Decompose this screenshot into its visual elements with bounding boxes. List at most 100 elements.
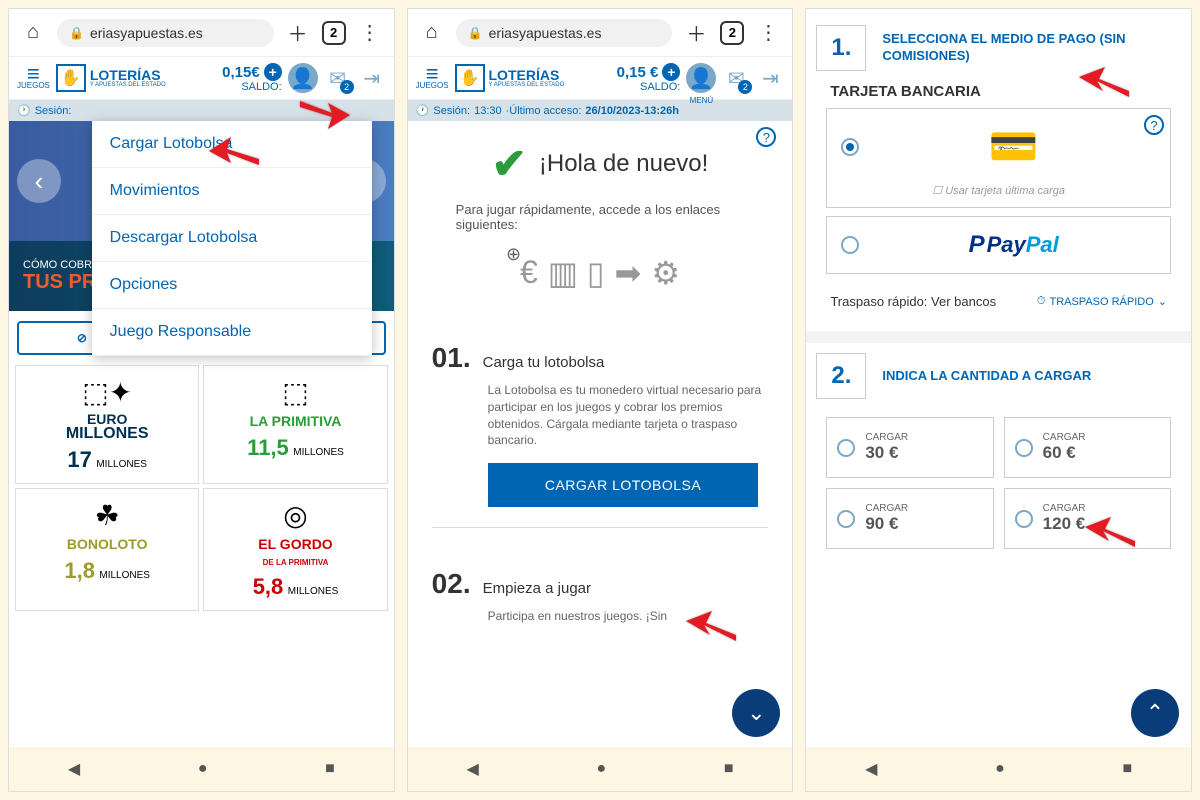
coins-icon: €⊕ xyxy=(520,254,538,292)
exit-icon[interactable]: ⇥ xyxy=(756,64,784,92)
amount-30[interactable]: CARGAR30 € xyxy=(826,417,993,478)
chevron-left-icon[interactable]: ‹ xyxy=(17,159,61,203)
games-menu-icon[interactable]: ≡ JUEGOS xyxy=(17,67,50,90)
step-title: Carga tu lotobolsa xyxy=(483,354,605,371)
radio-icon[interactable] xyxy=(1015,510,1033,528)
phone-screen-3: 1. SELECCIONA EL MEDIO DE PAGO (SIN COMI… xyxy=(805,8,1192,792)
mail-icon[interactable]: ✉2 xyxy=(722,64,750,92)
phone-screen-2: ⌂ eriasyapuestas.es ＋ 2 ⋮ ≡JUEGOS ✋ LOTE… xyxy=(407,8,794,792)
gear-icon: ⚙ xyxy=(651,254,680,292)
clock-icon: 🕐 xyxy=(416,104,430,117)
browser-bar: ⌂ eriasyapuestas.es ＋ 2 ⋮ xyxy=(408,9,793,57)
mail-icon[interactable]: ✉2 xyxy=(324,64,352,92)
card-payment-option[interactable]: 💳 ? xyxy=(827,109,1170,184)
home-icon[interactable]: ⌂ xyxy=(21,21,45,45)
menu-dots-icon[interactable]: ⋮ xyxy=(358,21,382,45)
balance-display: 0,15€+ SALDO: xyxy=(222,63,282,93)
amount-60[interactable]: CARGAR60 € xyxy=(1004,417,1171,478)
plus-icon[interactable]: + xyxy=(264,63,282,81)
menu-descargar-lotobolsa[interactable]: Descargar Lotobolsa xyxy=(92,215,372,262)
menu-movimientos[interactable]: Movimientos xyxy=(92,168,372,215)
games-menu-icon[interactable]: ≡JUEGOS xyxy=(416,67,449,90)
card-section-title: TARJETA BANCARIA xyxy=(830,83,1167,100)
step-2-block: 02. Empieza a jugar Participa en nuestro… xyxy=(408,558,793,649)
logo[interactable]: ✋ LOTERÍASY APUESTAS DEL ESTADO xyxy=(455,64,565,92)
paypal-payment-option[interactable]: P PayPal xyxy=(826,216,1171,274)
account-icon[interactable]: 👤 xyxy=(288,63,318,93)
radio-icon[interactable] xyxy=(837,439,855,457)
tab-count[interactable]: 2 xyxy=(322,21,346,45)
step-description: Participa en nuestros juegos. ¡Sin xyxy=(432,608,769,625)
new-tab-icon[interactable]: ＋ xyxy=(286,21,310,45)
games-grid: ⬚✦ EUROMILLONES 17 MILLONES ⬚ LA PRIMITI… xyxy=(9,365,394,611)
step-1-payment: 1. SELECCIONA EL MEDIO DE PAGO (SIN COMI… xyxy=(816,25,1181,321)
process-illustration: €⊕ ▥ ▯ ➡ ⚙ xyxy=(428,254,773,292)
alert-icon: ⊘ xyxy=(77,331,87,345)
step-title: Empieza a jugar xyxy=(483,580,591,597)
check-icon: ✔ xyxy=(492,139,527,188)
amount-120[interactable]: CARGAR120 € xyxy=(1004,488,1171,549)
tab-count[interactable]: 2 xyxy=(720,21,744,45)
home-nav-icon[interactable]: ● xyxy=(596,760,606,778)
recents-icon[interactable]: ■ xyxy=(325,760,335,778)
radio-icon[interactable] xyxy=(841,236,859,254)
step-1-block: 01. Carga tu lotobolsa La Lotobolsa es t… xyxy=(408,332,793,558)
menu-opciones[interactable]: Opciones xyxy=(92,262,372,309)
android-nav-bar: ◀ ● ■ xyxy=(9,747,394,791)
fast-transfer-row[interactable]: Traspaso rápido: Ver bancos ⏱ TRASPASO R… xyxy=(816,282,1181,321)
step-number: 01. xyxy=(432,342,471,374)
scroll-up-fab[interactable]: ⌃ xyxy=(1131,689,1179,737)
use-last-card-checkbox[interactable]: ☐ Usar tarjeta última carga xyxy=(827,184,1170,207)
step-number: 02. xyxy=(432,568,471,600)
url-bar[interactable]: eriasyapuestas.es xyxy=(57,19,274,47)
amount-90[interactable]: CARGAR90 € xyxy=(826,488,993,549)
help-icon[interactable]: ? xyxy=(756,127,776,147)
home-icon[interactable]: ⌂ xyxy=(420,21,444,45)
primitiva-icon: ⬚ xyxy=(212,376,378,409)
url-bar[interactable]: eriasyapuestas.es xyxy=(456,19,673,47)
account-icon[interactable]: 👤MENÚ xyxy=(686,63,716,93)
welcome-title: ¡Hola de nuevo! xyxy=(539,150,708,178)
game-primitiva[interactable]: ⬚ LA PRIMITIVA 11,5 MILLONES xyxy=(203,365,387,484)
menu-dots-icon[interactable]: ⋮ xyxy=(756,21,780,45)
radio-icon[interactable] xyxy=(1015,439,1033,457)
card-payment-option-container: 💳 ? ☐ Usar tarjeta última carga xyxy=(826,108,1171,208)
back-icon[interactable]: ◀ xyxy=(68,759,80,779)
balance-display: 0,15 €+ SALDO: xyxy=(617,63,681,93)
radio-icon[interactable] xyxy=(841,138,859,156)
game-gordo[interactable]: ◎ EL GORDODE LA PRIMITIVA 5,8 MILLONES xyxy=(203,488,387,611)
plus-icon[interactable]: + xyxy=(662,63,680,81)
android-nav-bar: ◀ ● ■ xyxy=(408,747,793,791)
radio-icon[interactable] xyxy=(837,510,855,528)
logo[interactable]: ✋ LOTERÍAS Y APUESTAS DEL ESTADO xyxy=(56,64,166,92)
hand-icon: ✋ xyxy=(56,64,86,92)
fast-transfer-icon: ⏱ TRASPASO RÁPIDO ⌄ xyxy=(1037,295,1167,308)
step-1-label: SELECCIONA EL MEDIO DE PAGO (SIN COMISIO… xyxy=(882,31,1181,65)
browser-bar: ⌂ eriasyapuestas.es ＋ 2 ⋮ xyxy=(9,9,394,57)
recents-icon[interactable]: ■ xyxy=(724,760,734,778)
clock-icon: 🕐 xyxy=(17,104,31,117)
android-nav-bar: ◀ ● ■ xyxy=(806,747,1191,791)
cargar-lotobolsa-button[interactable]: CARGAR LOTOBOLSA xyxy=(488,463,759,507)
welcome-section: ? ✔ ¡Hola de nuevo! Para jugar rápidamen… xyxy=(408,121,793,332)
back-icon[interactable]: ◀ xyxy=(467,759,479,779)
app-header: ≡JUEGOS ✋ LOTERÍASY APUESTAS DEL ESTADO … xyxy=(408,57,793,100)
help-icon[interactable]: ? xyxy=(1144,115,1164,135)
exit-icon[interactable]: ⇥ xyxy=(358,64,386,92)
game-euromillones[interactable]: ⬚✦ EUROMILLONES 17 MILLONES xyxy=(15,365,199,484)
credit-card-icon: 💳 xyxy=(871,123,1156,170)
menu-cargar-lotobolsa[interactable]: Cargar Lotobolsa xyxy=(92,121,372,168)
step-2-label: INDICA LA CANTIDAD A CARGAR xyxy=(882,368,1091,385)
menu-juego-responsable[interactable]: Juego Responsable xyxy=(92,309,372,356)
new-tab-icon[interactable]: ＋ xyxy=(684,21,708,45)
home-nav-icon[interactable]: ● xyxy=(995,760,1005,778)
game-bonoloto[interactable]: ☘ BONOLOTO 1,8 MILLONES xyxy=(15,488,199,611)
back-icon[interactable]: ◀ xyxy=(865,759,877,779)
paypal-logo-icon: P PayPal xyxy=(871,231,1156,259)
session-bar: 🕐 Sesión: 13:30 ·Último acceso: 26/10/20… xyxy=(408,100,793,121)
step-number-box: 1. xyxy=(816,25,866,71)
recents-icon[interactable]: ■ xyxy=(1123,760,1133,778)
scroll-down-fab[interactable]: ⌄ xyxy=(732,689,780,737)
gordo-icon: ◎ xyxy=(212,499,378,532)
home-nav-icon[interactable]: ● xyxy=(198,760,208,778)
